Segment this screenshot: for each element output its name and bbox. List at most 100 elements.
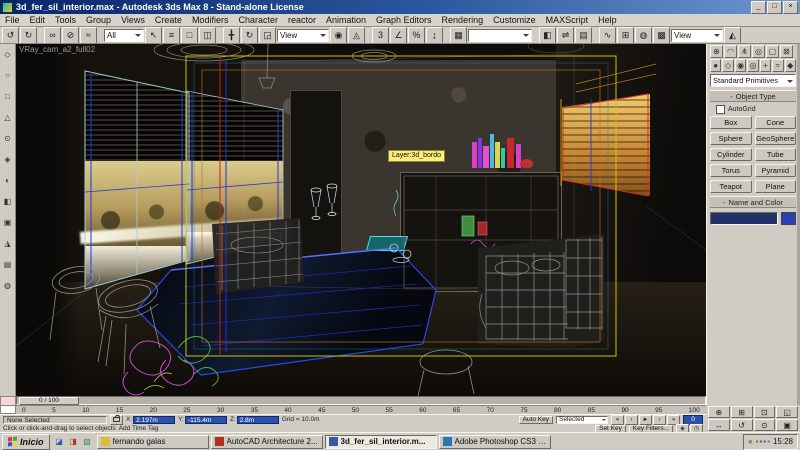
next-frame-icon[interactable]: › (653, 414, 666, 425)
close-button[interactable]: × (783, 0, 798, 14)
object-type-button[interactable]: GeoSphere (754, 132, 796, 145)
key-selection-combo[interactable]: Selected (556, 415, 608, 424)
mini-listener-macro[interactable] (0, 396, 16, 406)
quick-launch-icon-1[interactable]: ◪ (53, 435, 66, 448)
rectangular-selection-icon[interactable]: □ (181, 27, 198, 43)
named-sets-combo[interactable] (468, 28, 532, 42)
object-type-button[interactable]: Box (710, 116, 752, 129)
tray-icon-2[interactable]: ▪ (759, 437, 762, 446)
left-toolbar-button-11[interactable]: ▤ (1, 258, 14, 271)
taskbar-item[interactable]: AutoCAD Architecture 2... (210, 434, 323, 449)
left-toolbar-button-7[interactable]: ◐ (1, 174, 14, 187)
select-by-name-icon[interactable]: ≡ (163, 27, 180, 43)
viewport-camera-view[interactable]: Layer:3d_bordo VRay_cam_a2_full02 (16, 44, 706, 396)
tray-icon-1[interactable]: ▪ (756, 437, 759, 446)
undo-icon[interactable]: ↺ (2, 27, 19, 43)
use-pivot-center-icon[interactable]: ◉ (330, 27, 347, 43)
field-of-view-icon[interactable]: ⊙ (753, 419, 776, 431)
redo-icon[interactable]: ↻ (20, 27, 37, 43)
left-toolbar-button-2[interactable]: ○ (1, 69, 14, 82)
snap-toggle-icon[interactable]: 3 (372, 27, 389, 43)
play-icon[interactable]: ► (639, 414, 652, 425)
quick-launch-icon-3[interactable]: ▨ (81, 435, 94, 448)
fireplace-unit[interactable] (400, 172, 562, 292)
minimize-button[interactable]: _ (751, 0, 766, 14)
zoom-all-icon[interactable]: ⊞ (730, 406, 753, 418)
z-coordinate-field[interactable]: 2.8m (236, 415, 279, 424)
cameras-category-icon[interactable]: ◎ (747, 59, 759, 72)
menu-item[interactable]: Tools (50, 15, 81, 25)
shelf-decor-objects[interactable] (470, 118, 540, 168)
object-type-button[interactable]: Tube (754, 148, 796, 161)
menu-item[interactable]: File (0, 15, 25, 25)
named-selection-sets-icon[interactable]: ▦ (450, 27, 467, 43)
track-bar[interactable]: 0 5 10 15 20 25 30 35 40 45 50 55 60 65 70 75 80 85 90 95 10… (16, 405, 706, 414)
zoom-extents-icon[interactable]: ⊡ (753, 406, 776, 418)
layer-manager-icon[interactable]: ▤ (575, 27, 592, 43)
x-coordinate-field[interactable]: 2.197m (133, 415, 176, 424)
menu-item[interactable]: Animation (321, 15, 371, 25)
left-toolbar-button-1[interactable]: ◇ (1, 48, 14, 61)
toolbar-separator[interactable] (533, 28, 538, 43)
add-time-tag[interactable]: Add Time Tag (119, 425, 159, 432)
tray-icon-3[interactable]: ▪ (763, 437, 766, 446)
render-type-combo[interactable]: View (671, 28, 723, 42)
modify-tab[interactable]: ◠ (724, 45, 737, 58)
select-and-manipulate-icon[interactable]: ◬ (348, 27, 365, 43)
object-type-button[interactable]: Sphere (710, 132, 752, 145)
rollout-name-and-color[interactable]: - Name and Color (710, 196, 796, 208)
mirror-icon[interactable]: ◧ (539, 27, 556, 43)
rollout-object-type[interactable]: - Object Type (710, 90, 796, 102)
spacewarps-category-icon[interactable]: ≈ (772, 59, 784, 72)
select-and-scale-icon[interactable]: ◲ (259, 27, 276, 43)
maximize-button[interactable]: □ (767, 0, 782, 14)
select-and-move-icon[interactable]: ╋ (223, 27, 240, 43)
menu-item[interactable]: Edit (25, 15, 51, 25)
object-name-field[interactable] (710, 212, 778, 225)
menu-item[interactable]: Help (593, 15, 622, 25)
create-tab[interactable]: ⊕ (710, 45, 723, 58)
viewport-label[interactable]: VRay_cam_a2_full02 (19, 45, 95, 54)
left-toolbar-button-12[interactable]: ◍ (1, 279, 14, 292)
taskbar-item[interactable]: Adobe Photoshop CS3 E... (438, 434, 551, 449)
select-and-link-icon[interactable]: ∞ (44, 27, 61, 43)
menu-item[interactable]: Group (81, 15, 116, 25)
selection-filter-combo[interactable]: All (104, 28, 144, 42)
pan-icon[interactable]: ↔ (708, 419, 730, 431)
auto-key-button[interactable]: Auto Key (518, 415, 553, 424)
quick-launch-icon-2[interactable]: ◨ (67, 435, 80, 448)
menu-item[interactable]: Character (233, 15, 283, 25)
menu-item[interactable]: Modifiers (187, 15, 234, 25)
object-color-swatch[interactable] (781, 212, 796, 225)
window-crossing-icon[interactable]: ◫ (199, 27, 216, 43)
shapes-category-icon[interactable]: ◇ (722, 59, 734, 72)
toolbar-separator[interactable] (38, 28, 43, 43)
autogrid-checkbox[interactable] (716, 105, 725, 114)
object-type-button[interactable]: Torus (710, 164, 752, 177)
hierarchy-tab[interactable]: ⋔ (738, 45, 751, 58)
time-slider-handle[interactable]: 0 / 100 (19, 397, 79, 405)
curve-editor-icon[interactable]: ∿ (599, 27, 616, 43)
taskbar-item[interactable]: fernando galas (96, 434, 209, 449)
object-type-button[interactable]: Pyramid (754, 164, 796, 177)
left-window-near[interactable] (85, 70, 189, 289)
mini-listener-script[interactable] (0, 405, 16, 414)
primitive-type-dropdown[interactable]: Standard Primitives (710, 74, 796, 87)
spinner-snap-icon[interactable]: ↨ (426, 27, 443, 43)
lock-selection-icon[interactable] (110, 414, 123, 425)
left-toolbar-button-4[interactable]: △ (1, 111, 14, 124)
bind-to-spacewarp-icon[interactable]: ≈ (80, 27, 97, 43)
helpers-category-icon[interactable]: + (759, 59, 772, 72)
align-icon[interactable]: ⇌ (557, 27, 574, 43)
toolbar-separator[interactable] (444, 28, 449, 43)
menu-item[interactable]: Create (150, 15, 187, 25)
maximize-viewport-icon[interactable]: ▣ (776, 419, 798, 431)
y-coordinate-field[interactable]: -115.4m (184, 415, 227, 424)
geometry-category-icon[interactable]: ● (710, 59, 722, 72)
menu-item[interactable]: Graph Editors (371, 15, 437, 25)
systems-category-icon[interactable]: ◆ (784, 59, 796, 72)
toolbar-separator[interactable] (98, 28, 103, 43)
render-scene-icon[interactable]: ▩ (653, 27, 670, 43)
percent-snap-icon[interactable]: % (408, 27, 425, 43)
menu-item[interactable]: MAXScript (541, 15, 594, 25)
